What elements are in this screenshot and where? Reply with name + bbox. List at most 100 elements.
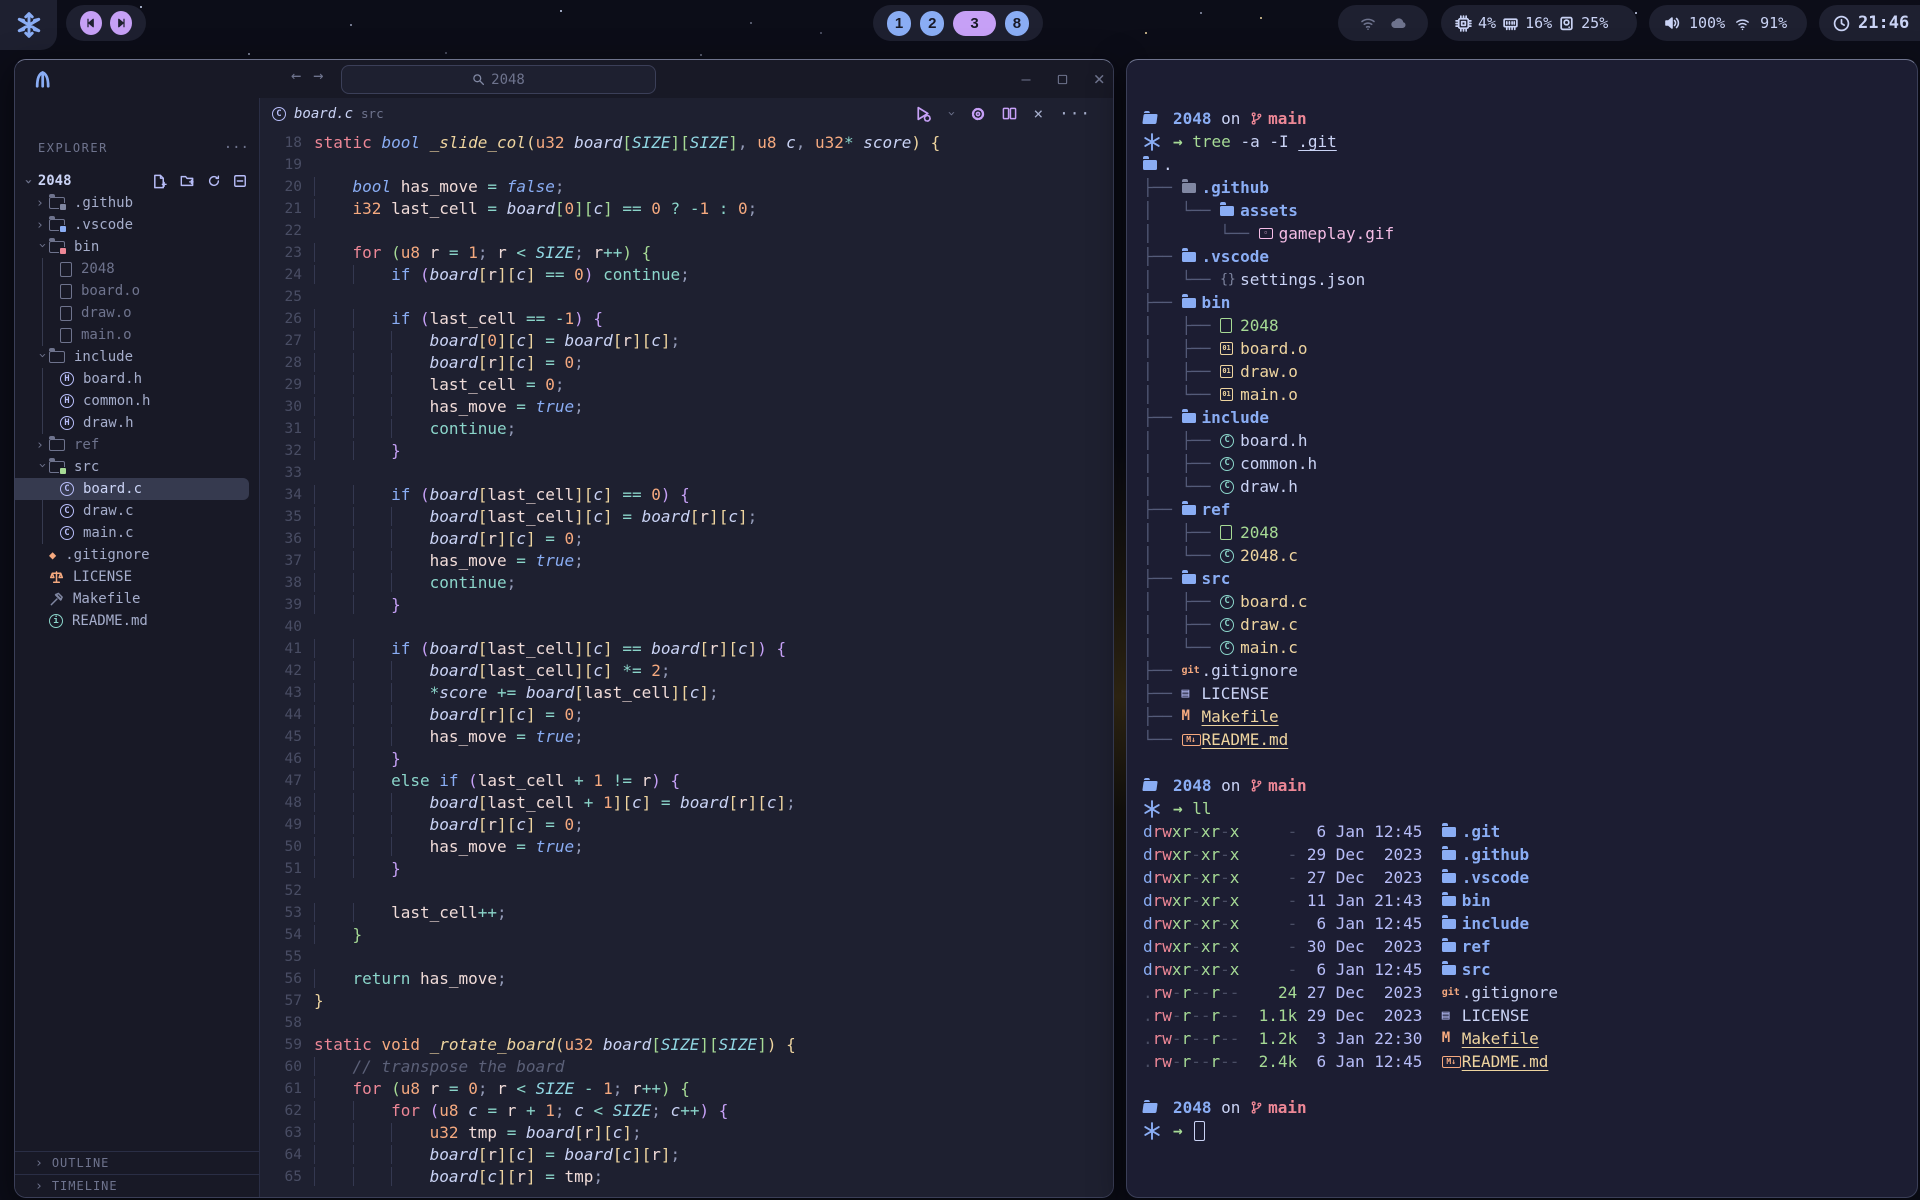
tree-item-board.c[interactable]: Cboard.c: [15, 478, 249, 500]
back-button[interactable]: ←: [291, 66, 301, 86]
code-line[interactable]: 47 else if (last_cell + 1 != r) {: [260, 770, 1113, 792]
tree-item-2048[interactable]: 2048: [15, 258, 259, 280]
workspace-3[interactable]: 3: [953, 11, 996, 36]
code-line[interactable]: 31 continue;: [260, 418, 1113, 440]
collapse-all-button[interactable]: [233, 174, 247, 189]
tree-item-common.h[interactable]: Hcommon.h: [15, 390, 259, 412]
minimize-button[interactable]: —: [1022, 70, 1031, 88]
code-line[interactable]: 61 for (u8 r = 0; r < SIZE - 1; r++) {: [260, 1078, 1113, 1100]
code-line[interactable]: 20 bool has_move = false;: [260, 176, 1113, 198]
code-line[interactable]: 27 board[0][c] = board[r][c];: [260, 330, 1113, 352]
refresh-button[interactable]: [207, 174, 221, 189]
code-line[interactable]: 48 board[last_cell + 1][c] = board[r][c]…: [260, 792, 1113, 814]
tree-root-2048[interactable]: › 2048: [15, 170, 259, 192]
code-line[interactable]: 45 has_move = true;: [260, 726, 1113, 748]
workspace-2[interactable]: 2: [920, 11, 944, 36]
tree-item-Makefile[interactable]: Makefile: [15, 588, 259, 610]
code-line[interactable]: 37 has_move = true;: [260, 550, 1113, 572]
code-line[interactable]: 41 if (board[last_cell][c] == board[r][c…: [260, 638, 1113, 660]
code-line[interactable]: 55: [260, 946, 1113, 968]
code-line[interactable]: 19: [260, 154, 1113, 176]
code-line[interactable]: 46 }: [260, 748, 1113, 770]
forward-button[interactable]: →: [313, 66, 323, 86]
code-line[interactable]: 51 }: [260, 858, 1113, 880]
split-editor-button[interactable]: [1002, 106, 1017, 121]
maximize-button[interactable]: [1057, 74, 1068, 85]
code-line[interactable]: 65 board[c][r] = tmp;: [260, 1166, 1113, 1188]
panel-timeline[interactable]: › TIMELINE: [15, 1174, 259, 1197]
tree-item-main.c[interactable]: Cmain.c: [15, 522, 259, 544]
code-line[interactable]: 58: [260, 1012, 1113, 1034]
tree-item-LICENSE[interactable]: LICENSE: [15, 566, 259, 588]
tree-item-.vscode[interactable]: ›.vscode: [15, 214, 259, 236]
code-line[interactable]: 54 }: [260, 924, 1113, 946]
code-line[interactable]: 25: [260, 286, 1113, 308]
wifi-dim-icon[interactable]: [1358, 15, 1378, 31]
more-actions-button[interactable]: ···: [1059, 104, 1091, 123]
code-line[interactable]: 60 // transpose the board: [260, 1056, 1113, 1078]
new-folder-button[interactable]: [179, 174, 195, 189]
tree-item-src[interactable]: ›src: [15, 456, 259, 478]
code-line[interactable]: 26 if (last_cell == -1) {: [260, 308, 1113, 330]
code-line[interactable]: 29 last_cell = 0;: [260, 374, 1113, 396]
code-line[interactable]: 39 }: [260, 594, 1113, 616]
code-line[interactable]: 18static bool _slide_col(u32 board[SIZE]…: [260, 132, 1113, 154]
code-line[interactable]: 22: [260, 220, 1113, 242]
code-line[interactable]: 49 board[r][c] = 0;: [260, 814, 1113, 836]
tree-item-.gitignore[interactable]: ◆.gitignore: [15, 544, 259, 566]
code-line[interactable]: 24 if (board[r][c] == 0) continue;: [260, 264, 1113, 286]
nixos-menu-button[interactable]: [0, 0, 57, 50]
tab-board.c[interactable]: C board.c src: [272, 106, 384, 122]
close-button[interactable]: ×: [1094, 68, 1105, 90]
tree-item-board.h[interactable]: Hboard.h: [15, 368, 259, 390]
media-prev-button[interactable]: [80, 11, 102, 35]
code-line[interactable]: 21 i32 last_cell = board[0][c] == 0 ? -1…: [260, 198, 1113, 220]
code-line[interactable]: 36 board[r][c] = 0;: [260, 528, 1113, 550]
code-line[interactable]: 50 has_move = true;: [260, 836, 1113, 858]
tree-item-bin[interactable]: ›bin: [15, 236, 259, 258]
wifi-icon[interactable]: [1733, 16, 1752, 31]
tree-item-draw.h[interactable]: Hdraw.h: [15, 412, 259, 434]
code-line[interactable]: 23 for (u8 r = 1; r < SIZE; r++) {: [260, 242, 1113, 264]
tree-item-main.o[interactable]: main.o: [15, 324, 259, 346]
code-line[interactable]: 64 board[r][c] = board[c][r];: [260, 1144, 1113, 1166]
tree-item-board.o[interactable]: board.o: [15, 280, 259, 302]
code-line[interactable]: 62 for (u8 c = r + 1; c < SIZE; c++) {: [260, 1100, 1113, 1122]
gear-icon[interactable]: [970, 106, 986, 122]
code-line[interactable]: 33: [260, 462, 1113, 484]
terminal-content[interactable]: 2048 on main→ tree -a -I .git.├── .githu…: [1143, 107, 1911, 1142]
workspace-8[interactable]: 8: [1005, 11, 1029, 36]
command-search[interactable]: 2048: [341, 65, 656, 94]
code-line[interactable]: 42 board[last_cell][c] *= 2;: [260, 660, 1113, 682]
new-file-button[interactable]: [152, 174, 167, 189]
tree-item-ref[interactable]: ›ref: [15, 434, 259, 456]
cloud-icon[interactable]: [1388, 16, 1408, 31]
code-line[interactable]: 56 return has_move;: [260, 968, 1113, 990]
code-area[interactable]: 18static bool _slide_col(u32 board[SIZE]…: [260, 129, 1113, 1197]
run-button[interactable]: [914, 105, 931, 122]
code-line[interactable]: 63 u32 tmp = board[r][c];: [260, 1122, 1113, 1144]
code-line[interactable]: 52: [260, 880, 1113, 902]
media-next-button[interactable]: [110, 11, 132, 35]
speaker-icon[interactable]: [1663, 15, 1681, 31]
code-line[interactable]: 59static void _rotate_board(u32 board[SI…: [260, 1034, 1113, 1056]
code-line[interactable]: 43 *score += board[last_cell][c];: [260, 682, 1113, 704]
code-line[interactable]: 32 }: [260, 440, 1113, 462]
workspace-1[interactable]: 1: [887, 11, 911, 36]
code-line[interactable]: 40: [260, 616, 1113, 638]
code-line[interactable]: 57}: [260, 990, 1113, 1012]
code-line[interactable]: 38 continue;: [260, 572, 1113, 594]
code-line[interactable]: 53 last_cell++;: [260, 902, 1113, 924]
tree-item-draw.o[interactable]: draw.o: [15, 302, 259, 324]
chevron-down-icon[interactable]: ›: [943, 110, 958, 118]
explorer-more-button[interactable]: ···: [224, 140, 249, 156]
panel-outline[interactable]: › OUTLINE: [15, 1151, 259, 1174]
tree-item-include[interactable]: ›include: [15, 346, 259, 368]
tree-item-README.md[interactable]: iREADME.md: [15, 610, 259, 632]
code-line[interactable]: 28 board[r][c] = 0;: [260, 352, 1113, 374]
code-line[interactable]: 34 if (board[last_cell][c] == 0) {: [260, 484, 1113, 506]
code-line[interactable]: 44 board[r][c] = 0;: [260, 704, 1113, 726]
close-editor-button[interactable]: ×: [1033, 104, 1043, 123]
code-line[interactable]: 35 board[last_cell][c] = board[r][c];: [260, 506, 1113, 528]
code-line[interactable]: 30 has_move = true;: [260, 396, 1113, 418]
